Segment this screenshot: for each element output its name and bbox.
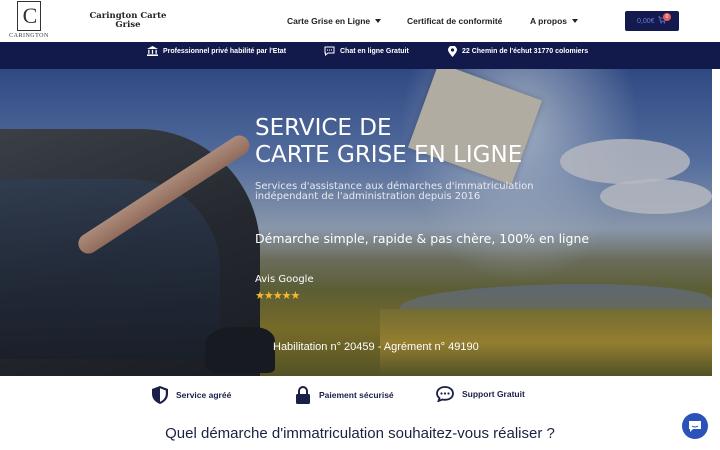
nav-label: Carte Grise en Ligne (287, 16, 371, 26)
feature-label: Support Gratuit (462, 389, 525, 399)
brand-name[interactable]: Carington Carte Grise (88, 12, 168, 30)
features-row: Service agréé Paiement sécurisé Support … (0, 376, 720, 416)
hero-title-line-2: CARTE GRISE EN LIGNE (255, 142, 523, 168)
info-item-habilitation: Professionnel privé habilité par l'Etat (147, 42, 286, 60)
lock-icon (296, 386, 310, 404)
info-bar: Professionnel privé habilité par l'Etat … (0, 42, 720, 69)
rating-stars: ★★★★★ (255, 290, 300, 302)
hero-title-line-1: SERVICE DE (255, 115, 392, 141)
nav-label: A propos (530, 16, 567, 26)
hero-banner: SERVICE DE CARTE GRISE EN LIGNE Services… (0, 69, 712, 376)
info-item-chat[interactable]: Chat en ligne Gratuit (324, 42, 409, 60)
logo-frame: C (17, 1, 41, 31)
hero-title: SERVICE DE CARTE GRISE EN LIGNE (255, 115, 522, 169)
support-chat-icon (436, 386, 454, 402)
hero-subtitle: Services d'assistance aux démarches d'im… (255, 182, 555, 202)
info-label: Chat en ligne Gratuit (340, 47, 409, 55)
habilitation-text: Habilitation n° 20459 - Agrément n° 4919… (273, 341, 479, 353)
cart-button[interactable]: 0,00€ 0 (625, 11, 679, 31)
chat-icon (689, 420, 701, 432)
chevron-down-icon (572, 19, 578, 23)
brand-line-2: Grise (115, 20, 141, 30)
feature-label: Service agréé (176, 390, 232, 400)
google-reviews-label[interactable]: Avis Google (255, 274, 314, 285)
info-label: 22 Chemin de l'échut 31770 colomiers (462, 47, 589, 55)
nav-certificat[interactable]: Certificat de conformité (407, 16, 502, 26)
chat-bubble-icon (324, 46, 335, 56)
shield-icon (152, 386, 168, 404)
info-label: Professionnel privé habilité par l'Etat (163, 47, 287, 55)
logo[interactable]: C CARINGTON (9, 1, 49, 41)
chat-widget-button[interactable] (682, 413, 708, 439)
map-pin-icon (448, 45, 457, 57)
nav-carte-grise[interactable]: Carte Grise en Ligne (287, 16, 382, 26)
bank-icon (147, 46, 158, 56)
site-header: C CARINGTON Carington Carte Grise Carte … (0, 0, 720, 42)
info-item-address: 22 Chemin de l'échut 31770 colomiers (448, 42, 588, 60)
feature-support: Support Gratuit (436, 386, 525, 402)
nav-label: Certificat de conformité (407, 16, 503, 26)
feature-paiement: Paiement sécurisé (295, 386, 394, 404)
cart-count-badge: 0 (663, 13, 671, 21)
logo-letter: C (22, 3, 38, 28)
feature-label: Paiement sécurisé (319, 390, 394, 400)
hero-tagline: Démarche simple, rapide & pas chère, 100… (255, 231, 590, 246)
section-question-heading: Quel démarche d'immatriculation souhaite… (165, 425, 555, 442)
chevron-down-icon (375, 19, 382, 23)
cart-total: 0,00€ (637, 17, 655, 25)
hero-subtitle-line-2: indépendant de l'administration depuis 2… (255, 191, 481, 202)
nav-a-propos[interactable]: A propos (530, 16, 578, 26)
logo-text: CARINGTON (9, 33, 49, 39)
feature-service-agree: Service agréé (152, 386, 231, 404)
